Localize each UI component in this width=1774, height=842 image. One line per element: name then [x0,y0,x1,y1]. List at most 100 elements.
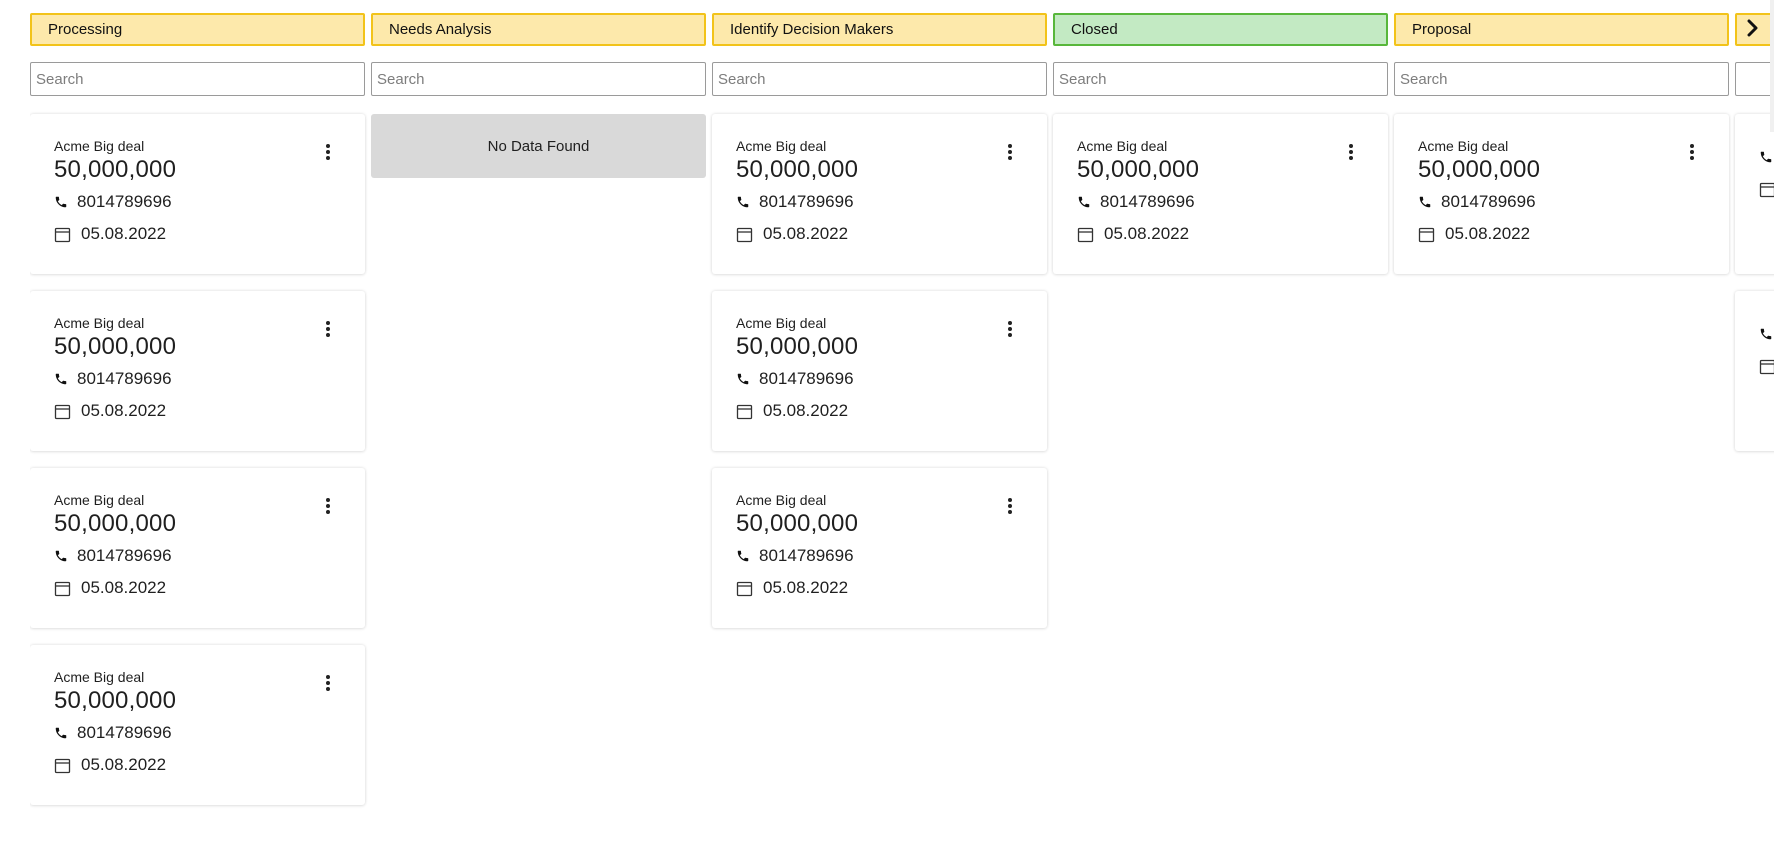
deal-phone: 8014789696 [759,546,854,565]
deal-date: 05.08.2022 [1445,224,1531,243]
phone-icon [54,195,68,209]
calendar-icon [1418,226,1435,243]
deal-date: 05.08.2022 [763,578,849,597]
deal-phone-row [1759,324,1774,344]
stage-header[interactable]: Needs Analysis [371,13,706,46]
deal-phone-row [1759,147,1774,167]
phone-icon [54,372,68,386]
stage-column: Proposal Acme Big deal 50,000,000 801478969… [1394,13,1729,291]
deal-card[interactable] [1735,114,1774,274]
deal-phone-row: 8014789696 [736,546,1047,566]
deal-card[interactable]: Acme Big deal 50,000,000 8014789696 05.08.2… [30,645,365,805]
calendar-icon [54,580,71,597]
deal-title: Acme Big deal [1077,138,1168,154]
deal-card[interactable] [1735,291,1774,451]
pipeline-board: Processing Acme Big deal 50,000,000 8014789… [30,13,1774,842]
deal-phone-row: 8014789696 [1418,192,1729,212]
more-vertical-icon[interactable] [321,673,335,693]
phone-icon [1077,195,1091,209]
phone-icon [1418,195,1432,209]
deal-phone-row: 8014789696 [54,723,365,743]
deal-card[interactable]: Acme Big deal 50,000,000 8014789696 05.08.2… [712,291,1047,451]
deal-amount: 50,000,000 [736,510,859,537]
deal-list: Acme Big deal 50,000,000 8014789696 05.08.2… [30,114,365,805]
more-vertical-icon[interactable] [321,496,335,516]
phone-icon [54,726,68,740]
more-vertical-icon[interactable] [1685,142,1699,162]
phone-icon [736,549,750,563]
deal-phone-row: 8014789696 [1077,192,1388,212]
deal-title: Acme Big deal [736,315,827,331]
stage-column: Processing Acme Big deal 50,000,000 8014789… [30,13,365,822]
deal-amount: 50,000,000 [1418,156,1541,183]
stage-column: Closed Acme Big deal 50,000,000 8014789696 0… [1053,13,1388,291]
deal-amount: 50,000,000 [736,156,859,183]
more-vertical-icon[interactable] [1003,142,1017,162]
deal-title: Acme Big deal [54,315,145,331]
more-vertical-icon[interactable] [1003,496,1017,516]
deal-phone-row: 8014789696 [54,546,365,566]
deal-card[interactable]: Acme Big deal 50,000,000 8014789696 05.08.2… [30,468,365,628]
deal-date: 05.08.2022 [1104,224,1190,243]
stage-header[interactable]: Processing [30,13,365,46]
deal-card[interactable]: Acme Big deal 50,000,000 8014789696 05.08.2… [1053,114,1388,274]
deal-title: Acme Big deal [54,138,145,154]
stage-search-input[interactable] [1053,62,1388,96]
phone-icon [1759,327,1773,341]
deal-title: Acme Big deal [54,669,145,685]
deal-date-row: 05.08.2022 [54,224,365,244]
scroll-right-button[interactable] [1743,14,1763,42]
deal-phone: 8014789696 [759,192,854,211]
more-vertical-icon[interactable] [1003,319,1017,339]
stage-column: Identify Decision Makers Acme Big deal 50,… [712,13,1047,645]
deal-phone: 8014789696 [77,546,172,565]
deal-card[interactable]: Acme Big deal 50,000,000 8014789696 05.08.2… [712,468,1047,628]
deal-date-row: 05.08.2022 [736,401,1047,421]
deal-phone: 8014789696 [77,192,172,211]
stage-search-input[interactable] [30,62,365,96]
deal-date-row: 05.08.2022 [54,401,365,421]
deal-title: Acme Big deal [54,492,145,508]
no-data-message: No Data Found [371,114,706,178]
deal-amount: 50,000,000 [1077,156,1200,183]
deal-phone: 8014789696 [1441,192,1536,211]
stage-header[interactable]: Identify Decision Makers [712,13,1047,46]
stage-search-input[interactable] [712,62,1047,96]
deal-date-row: 05.08.2022 [736,224,1047,244]
stage-header[interactable]: Closed [1053,13,1388,46]
deal-date-row: 05.08.2022 [1418,224,1729,244]
calendar-icon [54,757,71,774]
deal-phone-row: 8014789696 [736,369,1047,389]
more-vertical-icon[interactable] [321,319,335,339]
more-vertical-icon[interactable] [321,142,335,162]
calendar-icon [736,226,753,243]
deal-date-row [1759,356,1774,376]
stage-header[interactable]: Proposal [1394,13,1729,46]
stage-search-input[interactable] [371,62,706,96]
stage-search-input[interactable] [1394,62,1729,96]
deal-date: 05.08.2022 [81,755,167,774]
deal-card[interactable]: Acme Big deal 50,000,000 8014789696 05.08.2… [30,291,365,451]
deal-card[interactable]: Acme Big deal 50,000,000 8014789696 05.08.2… [1394,114,1729,274]
deal-date-row: 05.08.2022 [1077,224,1388,244]
deal-date-row: 05.08.2022 [54,578,365,598]
deal-amount: 50,000,000 [54,687,177,714]
deal-title: Acme Big deal [736,492,827,508]
calendar-icon [1077,226,1094,243]
phone-icon [736,372,750,386]
deal-amount: 50,000,000 [54,510,177,537]
deal-date-row: 05.08.2022 [736,578,1047,598]
deal-date: 05.08.2022 [763,401,849,420]
deal-phone: 8014789696 [77,369,172,388]
calendar-icon [1759,181,1774,198]
deal-phone-row: 8014789696 [54,192,365,212]
deal-card[interactable]: Acme Big deal 50,000,000 8014789696 05.08.2… [30,114,365,274]
stage-search-input[interactable] [1735,62,1774,96]
more-vertical-icon[interactable] [1344,142,1358,162]
deal-amount: 50,000,000 [54,156,177,183]
phone-icon [1759,150,1773,164]
calendar-icon [736,580,753,597]
deal-card[interactable]: Acme Big deal 50,000,000 8014789696 05.08.2… [712,114,1047,274]
deal-phone: 8014789696 [77,723,172,742]
deal-phone: 8014789696 [759,369,854,388]
